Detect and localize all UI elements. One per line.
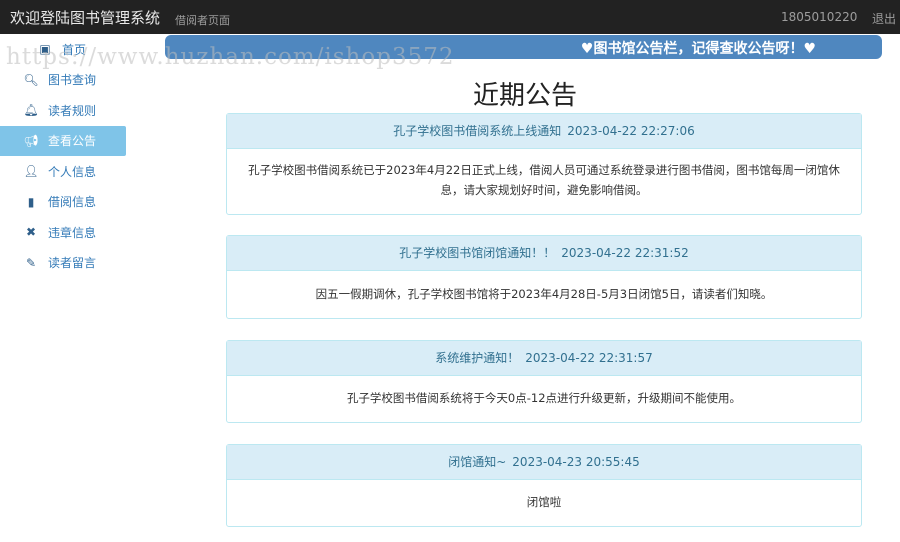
sidebar-item-violations[interactable]: ✖ 违章信息	[0, 217, 126, 248]
notice-body: 闭馆啦	[526, 495, 562, 509]
notice-body: 因五一假期调休，孔子学校图书馆将于2023年4月28日-5月3日闭馆5日，请读者…	[315, 287, 773, 301]
sidebar-item-label: 查看公告	[48, 134, 97, 149]
top-navbar: 欢迎登陆图书管理系统 借阅者页面 1805010220 退出	[0, 0, 900, 34]
notice-date: 2023-04-22 22:31:57	[525, 351, 653, 365]
book-icon: ▮	[27, 194, 35, 209]
notice-title: 孔子学校图书馆闭馆通知！！	[399, 246, 556, 260]
sidebar-item-messages[interactable]: ✎ 读者留言	[0, 248, 126, 279]
sidebar-item-label: 借阅信息	[48, 195, 97, 210]
notice-date: 2023-04-22 22:31:52	[561, 246, 689, 260]
banner-text: ♥图书馆公告栏，记得查收公告呀！♥	[580, 41, 816, 57]
notice-heading: 闭馆通知~ 2023-04-23 20:55:45	[227, 445, 861, 480]
notice-body: 孔子学校图书借阅系统将于今天0点-12点进行升级更新，升级期间不能使用。	[346, 391, 742, 405]
notice-panel: 孔子学校图书馆闭馆通知！！ 2023-04-22 22:31:52 因五一假期调休…	[226, 235, 862, 319]
notice-panel: 系统维护通知！ 2023-04-22 22:31:57 孔子学校图书借阅系统将于今…	[226, 340, 862, 423]
sidebar-item-label: 读者留言	[48, 256, 97, 271]
image-icon: ▣	[39, 42, 51, 57]
notice-date: 2023-04-22 22:27:06	[567, 124, 695, 138]
notice-heading: 孔子学校图书借阅系统上线通知 2023-04-22 22:27:06	[227, 114, 861, 149]
page-title: 近期公告	[472, 81, 577, 111]
notice-heading: 孔子学校图书馆闭馆通知！！ 2023-04-22 22:31:52	[227, 236, 861, 271]
notice-title: 孔子学校图书借阅系统上线通知	[393, 124, 562, 138]
sidebar-item-notices[interactable]: 📢︎ 查看公告	[0, 125, 126, 156]
sidebar-item-home[interactable]: ▣ 首页	[0, 34, 126, 65]
page-subtitle: 借阅者页面	[175, 14, 230, 27]
sidebar-item-label: 首页	[62, 42, 87, 57]
pencil-icon: ✎	[25, 255, 37, 270]
notice-title: 闭馆通知~	[448, 455, 507, 469]
username[interactable]: 1805010220	[781, 10, 857, 24]
notice-panel: 闭馆通知~ 2023-04-23 20:55:45 闭馆啦	[226, 444, 862, 527]
app-title[interactable]: 欢迎登陆图书管理系统	[10, 7, 160, 28]
bullhorn-icon: 📢︎	[23, 133, 39, 148]
notice-date: 2023-04-23 20:55:45	[512, 455, 640, 469]
notice-panel: 孔子学校图书借阅系统上线通知 2023-04-22 22:27:06 孔子学校图书…	[226, 113, 862, 215]
sidebar-item-borrow-info[interactable]: ▮ 借阅信息	[0, 187, 126, 218]
remove-icon: ✖	[25, 225, 37, 240]
notice-body: 孔子学校图书借阅系统已于2023年4月22日正式上线，借阅人员可通过系统登录进行…	[248, 163, 840, 197]
sidebar: ▣ 首页 🔍︎ 图书查询 🔔︎ 读者规则 📢︎ 查看公告 👤︎ 个人信息 ▮ 借…	[0, 34, 126, 278]
logout-link[interactable]: 退出	[872, 10, 896, 27]
sidebar-item-label: 违章信息	[48, 225, 97, 240]
notice-heading: 系统维护通知！ 2023-04-22 22:31:57	[227, 341, 861, 376]
user-icon: 👤︎	[23, 164, 39, 179]
sidebar-item-personal-info[interactable]: 👤︎ 个人信息	[0, 156, 126, 187]
sidebar-item-label: 个人信息	[48, 164, 97, 179]
notice-marquee-banner: ♥图书馆公告栏，记得查收公告呀！♥	[165, 35, 882, 59]
notice-title: 系统维护通知！	[435, 351, 520, 365]
